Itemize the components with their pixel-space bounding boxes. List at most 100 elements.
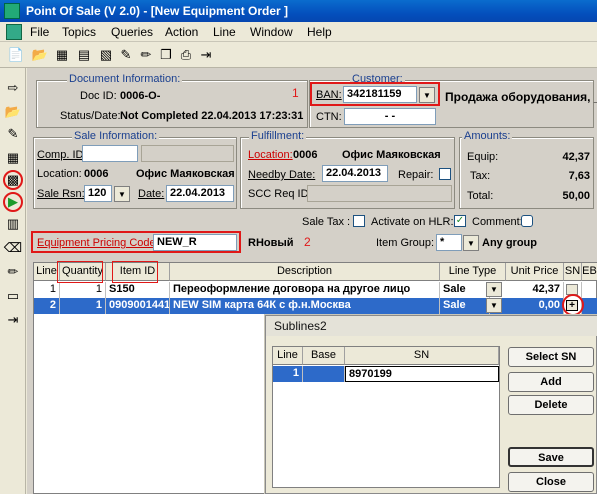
table-row[interactable]: 1 8970199 bbox=[273, 366, 499, 382]
document-info-title: Document Information: bbox=[67, 73, 183, 85]
col-description[interactable]: Description bbox=[170, 263, 440, 281]
menu-bar: File Topics Queries Action Line Window H… bbox=[0, 22, 597, 42]
ctn-label: CTN: bbox=[316, 111, 342, 123]
row-item-id: S150 bbox=[106, 282, 170, 298]
sale-tax-checkbox[interactable] bbox=[353, 215, 365, 227]
comp-id-desc bbox=[141, 145, 234, 162]
pricing-code-label: Equipment Pricing Code: bbox=[37, 237, 159, 249]
scanner-icon[interactable]: ▥ bbox=[3, 214, 23, 234]
menu-help[interactable]: Help bbox=[307, 25, 332, 39]
delete-button[interactable]: Delete bbox=[508, 395, 594, 415]
folder-icon[interactable]: 📂 bbox=[3, 102, 23, 122]
pricing-code-input[interactable]: NEW_R bbox=[153, 234, 237, 251]
comment-label: Comment: bbox=[472, 216, 523, 228]
fulfillment-title: Fulfillment: bbox=[249, 130, 307, 142]
sale-tax-label: Sale Tax : bbox=[302, 216, 351, 228]
row-line: 1 bbox=[273, 366, 303, 382]
play-icon[interactable]: ▶ bbox=[3, 192, 23, 212]
pencil-icon[interactable]: ✏ bbox=[3, 262, 23, 282]
item-id-highlight bbox=[112, 261, 158, 283]
ban-dropdown[interactable]: ▼ bbox=[419, 87, 435, 103]
scc-input[interactable] bbox=[307, 185, 452, 202]
dialog-title: Sublines2 bbox=[266, 316, 597, 336]
location-label: Location: bbox=[37, 168, 82, 180]
app-icon bbox=[4, 3, 20, 19]
repair-label: Repair: bbox=[398, 169, 434, 181]
date-input[interactable]: 22.04.2013 bbox=[166, 185, 234, 202]
hlr-checkbox[interactable]: ✓ bbox=[454, 215, 466, 227]
sublines-dialog: Sublines2 Line Base SN 1 8970199 Select … bbox=[265, 315, 597, 494]
table-row[interactable]: 1 1 S150 Переоформление договора на друг… bbox=[34, 282, 597, 298]
menu-queries[interactable]: Queries bbox=[111, 25, 153, 39]
window-title: Point Of Sale (V 2.0) - [New Equipment O… bbox=[26, 4, 289, 18]
col-sn[interactable]: SN bbox=[345, 347, 499, 365]
row-qty: 1 bbox=[60, 282, 106, 298]
pricing-description: RНовый bbox=[248, 237, 294, 249]
status-value: Not Completed 22.04.2013 17:23:31 bbox=[120, 110, 304, 122]
save-button[interactable]: Save bbox=[508, 447, 594, 467]
row-line-type-dropdown[interactable]: ▼ bbox=[486, 282, 502, 297]
tool-icon[interactable]: ✎ bbox=[116, 45, 136, 65]
eraser-icon[interactable]: ⌫ bbox=[3, 238, 23, 258]
menu-file[interactable]: File bbox=[30, 25, 49, 39]
needby-input[interactable]: 22.04.2013 bbox=[322, 165, 388, 182]
doc-id-value: 0006-O- bbox=[120, 90, 161, 102]
row-line-type[interactable]: Sale bbox=[440, 298, 490, 314]
menu-action[interactable]: Action bbox=[165, 25, 198, 39]
ff-location-code: 0006 bbox=[293, 149, 318, 161]
row-line-type-dropdown[interactable]: ▼ bbox=[486, 298, 502, 313]
ban-input[interactable]: 342181159 bbox=[343, 86, 417, 103]
grid-icon[interactable]: ▤ bbox=[74, 45, 94, 65]
comp-id-input[interactable] bbox=[82, 145, 138, 162]
new-doc-icon[interactable]: 📄 bbox=[6, 45, 26, 65]
exit-icon[interactable]: ⇥ bbox=[196, 45, 216, 65]
copy-icon[interactable]: ❐ bbox=[156, 45, 176, 65]
menu-window[interactable]: Window bbox=[250, 25, 293, 39]
table-icon[interactable]: ▦ bbox=[3, 148, 23, 168]
col-sn[interactable]: SN bbox=[564, 263, 582, 281]
exit-icon[interactable]: ⇥ bbox=[3, 310, 23, 330]
close-button[interactable]: Close bbox=[508, 472, 594, 492]
comp-id-label: Comp. ID: bbox=[37, 149, 87, 161]
select-sn-button[interactable]: Select SN bbox=[508, 347, 594, 367]
row-line-type[interactable]: Sale bbox=[440, 282, 490, 298]
col-unit-price[interactable]: Unit Price bbox=[506, 263, 564, 281]
item-group-dropdown[interactable]: ▼ bbox=[463, 235, 479, 251]
repair-checkbox[interactable] bbox=[439, 168, 451, 180]
item-group-input[interactable]: * bbox=[436, 234, 462, 251]
open-folder-icon[interactable]: 📂 bbox=[30, 45, 50, 65]
row-base bbox=[303, 366, 345, 382]
arrow-icon[interactable]: ⇨ bbox=[3, 78, 23, 98]
comment-checkbox[interactable] bbox=[521, 215, 533, 227]
menu-topics[interactable]: Topics bbox=[62, 25, 96, 39]
total-value: 50,00 bbox=[562, 190, 590, 202]
date-label: Date: bbox=[138, 188, 165, 200]
col-line[interactable]: Line bbox=[273, 347, 303, 365]
table-icon[interactable]: ▦ bbox=[52, 45, 72, 65]
calculator-icon[interactable]: ▩ bbox=[3, 170, 23, 190]
document-icon[interactable]: ▧ bbox=[96, 45, 116, 65]
sublines-grid: Line Base SN 1 8970199 bbox=[272, 346, 500, 488]
document-icon[interactable] bbox=[6, 24, 22, 40]
row-description: NEW SIM карта 64К с ф.н.Москва bbox=[170, 298, 440, 314]
amounts-title: Amounts: bbox=[462, 130, 513, 142]
location-code: 0006 bbox=[84, 168, 109, 180]
edit-icon[interactable]: ✎ bbox=[3, 124, 23, 144]
col-line-type[interactable]: Line Type bbox=[440, 263, 506, 281]
ff-location-label: Location: bbox=[248, 149, 293, 161]
sale-rsn-dropdown[interactable]: ▼ bbox=[114, 186, 130, 202]
equip-value: 42,37 bbox=[562, 151, 590, 163]
window-icon[interactable]: ▭ bbox=[3, 286, 23, 306]
ctn-input[interactable]: - - bbox=[344, 108, 436, 125]
item-group-desc: Any group bbox=[482, 237, 537, 249]
col-base[interactable]: Base bbox=[303, 347, 345, 365]
row-sn-input[interactable]: 8970199 bbox=[345, 366, 499, 382]
sale-rsn-input[interactable]: 120 bbox=[84, 185, 112, 202]
row-item-id: 0909001441 bbox=[106, 298, 170, 314]
col-eb[interactable]: EB bbox=[582, 263, 597, 281]
print-icon[interactable]: ⎙ bbox=[176, 45, 196, 65]
add-button[interactable]: Add bbox=[508, 372, 594, 392]
pencil-icon[interactable]: ✏ bbox=[136, 45, 156, 65]
menu-line[interactable]: Line bbox=[213, 25, 236, 39]
table-row[interactable]: 2 1 0909001441 NEW SIM карта 64К с ф.н.М… bbox=[34, 298, 597, 314]
